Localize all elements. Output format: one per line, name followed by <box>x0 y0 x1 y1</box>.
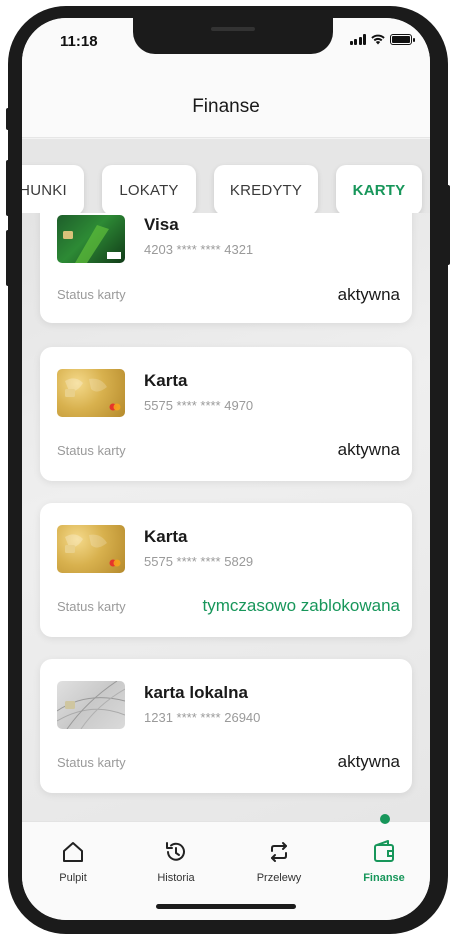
active-indicator <box>380 814 390 824</box>
card-name: Karta <box>144 371 188 390</box>
app-header: Finanse <box>22 66 430 138</box>
card-image <box>57 215 125 263</box>
card-status-label: Status karty <box>57 287 126 302</box>
transfer-icon <box>271 842 287 862</box>
card-image <box>57 369 125 417</box>
home-indicator <box>156 904 296 909</box>
card-status-label: Status karty <box>57 599 126 614</box>
side-button <box>6 160 10 216</box>
nav-label: Historia <box>157 872 195 884</box>
card-item[interactable]: Visa 4203 **** **** 4321 Status karty ak… <box>40 213 412 323</box>
side-button <box>446 185 450 265</box>
status-icons <box>349 34 415 45</box>
card-name: karta lokalna <box>144 683 248 702</box>
card-status-label: Status karty <box>57 755 126 770</box>
nav-label: Przelewy <box>256 872 302 884</box>
status-bar: 11:18 <box>22 18 430 66</box>
battery-icon <box>390 34 415 45</box>
nav-label: Pulpit <box>59 872 87 884</box>
card-number: 5575 **** **** 5829 <box>144 554 254 569</box>
side-button <box>6 108 10 130</box>
card-status-label: Status karty <box>57 443 126 458</box>
history-icon <box>166 842 185 861</box>
card-number: 4203 **** **** 4321 <box>144 242 254 257</box>
card-status-value: aktywna <box>337 285 400 304</box>
cards-list: Visa 4203 **** **** 4321 Status karty ak… <box>22 213 430 821</box>
page-title: Finanse <box>192 96 260 117</box>
nav-historia[interactable]: Historia <box>136 839 216 884</box>
card-item[interactable]: Karta 5575 **** **** 5829 Status karty t… <box>40 503 412 637</box>
tab-karty[interactable]: KARTY <box>336 165 422 215</box>
card-number: 5575 **** **** 4970 <box>144 398 254 413</box>
card-status-value: tymczasowo zablokowana <box>202 596 400 615</box>
tab-rachunki[interactable]: HUNKI <box>22 165 84 215</box>
nav-label: Finanse <box>363 872 405 884</box>
card-image <box>57 525 125 573</box>
screen: 11:18 Finanse HUNKI LOKATY KREDYTY KARTY <box>22 18 430 920</box>
card-name: Karta <box>144 527 188 546</box>
card-item[interactable]: Karta 5575 **** **** 4970 Status karty a… <box>40 347 412 481</box>
notch <box>133 18 333 54</box>
card-status-value: aktywna <box>337 752 400 771</box>
side-button <box>6 230 10 286</box>
card-name: Visa <box>144 215 179 234</box>
tab-kredyty[interactable]: KREDYTY <box>214 165 318 215</box>
card-number: 1231 **** **** 26940 <box>144 710 261 725</box>
nav-pulpit[interactable]: Pulpit <box>33 839 113 884</box>
card-image <box>57 681 125 729</box>
wifi-icon <box>371 34 385 45</box>
home-icon <box>63 842 83 862</box>
wallet-icon <box>374 840 394 862</box>
bottom-nav: Pulpit Historia Przelewy Finanse <box>22 814 430 920</box>
nav-finanse[interactable]: Finanse <box>344 839 424 884</box>
card-status-value: aktywna <box>337 440 400 459</box>
signal-icon <box>349 34 366 45</box>
status-time: 11:18 <box>60 33 98 50</box>
nav-przelewy[interactable]: Przelewy <box>239 839 319 884</box>
tab-bar: HUNKI LOKATY KREDYTY KARTY <box>22 139 430 215</box>
tab-lokaty[interactable]: LOKATY <box>102 165 196 215</box>
card-item[interactable]: karta lokalna 1231 **** **** 26940 Statu… <box>40 659 412 793</box>
